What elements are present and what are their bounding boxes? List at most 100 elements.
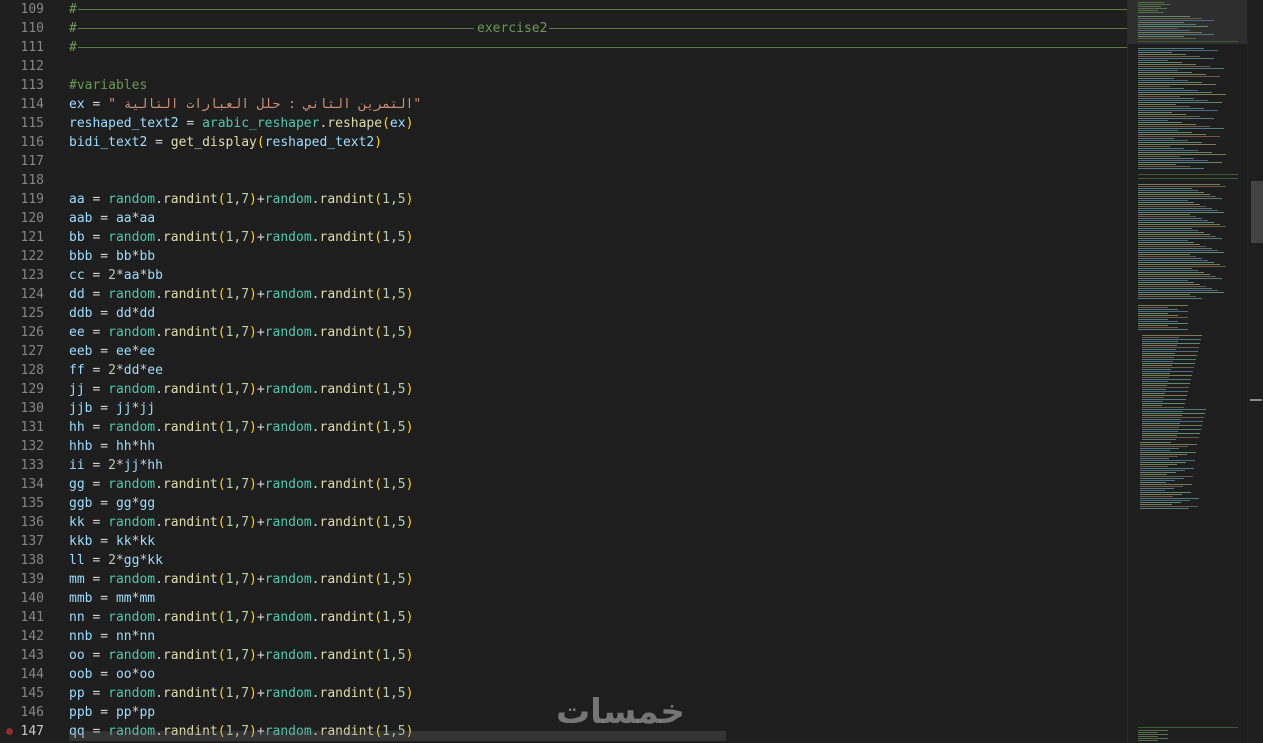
minimap-line [1138,204,1200,205]
code-token: ) [405,116,414,131]
code-token: . [311,648,320,663]
minimap-line [1138,24,1196,25]
code-token: oo [115,667,132,682]
code-line[interactable]: 115 reshaped_text2 = arabic_reshaper.resh… [0,114,1127,133]
code-line[interactable]: 122 bbb = bb*bb [0,247,1127,266]
minimap-line [1142,397,1164,398]
minimap-line [1138,108,1204,109]
code-line[interactable]: 133 ii = 2*jj*hh [0,456,1127,475]
code-line[interactable]: 119 aa = random.randint(1,7)+random.randi… [0,190,1127,209]
minimap-line [1142,427,1179,428]
line-number: 132 [20,439,44,454]
code-token: = [92,705,116,720]
code-line[interactable]: 134 gg = random.randint(1,7)+random.randi… [0,475,1127,494]
code-line[interactable]: 127 eeb = ee*ee [0,342,1127,361]
code-token: ( [374,477,383,492]
code-token: 1,5 [382,382,406,397]
minimap-line [1138,727,1238,728]
code-token: kkb [69,534,93,549]
code-token: = [84,420,109,435]
line-number: 145 [20,686,44,701]
code-line[interactable]: 117 [0,152,1127,171]
code-token: kk [147,553,163,568]
code-line[interactable]: 138 ll = 2*gg*kk [0,551,1127,570]
line-number: 134 [20,477,44,492]
code-line[interactable]: 129 jj = random.randint(1,7)+random.randi… [0,380,1127,399]
minimap-line [1140,448,1179,449]
code-line[interactable]: 135 ggb = gg*gg [0,494,1127,513]
minimap-line [1138,248,1212,249]
minimap-line [1138,190,1198,191]
code-line[interactable]: 128 ff = 2*dd*ee [0,361,1127,380]
code-token: = [84,325,109,340]
code-token: ( [374,325,383,340]
code-token: = [84,230,109,245]
minimap-line [1138,26,1208,27]
code-line[interactable]: 116 bidi_text2 = get_display(reshaped_tex… [0,133,1127,152]
code-line[interactable]: 109 # [0,0,1127,19]
code-token: jj [115,401,132,416]
code-line[interactable]: 120 aab = aa*aa [0,209,1127,228]
minimap-line [1142,409,1206,410]
code-token: . [311,382,320,397]
code-token: random [264,686,312,701]
code-line[interactable]: 142 nnb = nn*nn [0,627,1127,646]
horizontal-scrollbar[interactable] [69,731,726,741]
code-line[interactable]: 114 ex = " التمرين الثاني : حلل العبارات … [0,95,1127,114]
code-line[interactable]: 130 jjb = jj*jj [0,399,1127,418]
code-token: randint [319,515,375,530]
code-line[interactable]: 118 [0,171,1127,190]
code-line[interactable]: 125 ddb = dd*dd [0,304,1127,323]
code-token: randint [162,477,218,492]
code-token: ( [217,648,226,663]
line-code: gg = random.randint(1,7)+random.randint(… [69,475,413,494]
code-token: randint [319,420,375,435]
minimap-line [1142,405,1162,406]
minimap-line [1140,466,1168,467]
minimap-line [1142,429,1201,430]
code-line[interactable]: 111 # [0,38,1127,57]
minimap-line [1138,126,1210,127]
code-line[interactable]: 124 dd = random.randint(1,7)+random.randi… [0,285,1127,304]
minimap-line [1138,296,1196,297]
line-number: 119 [20,192,44,207]
code-token: * [115,553,124,568]
code-line[interactable]: 126 ee = random.randint(1,7)+random.randi… [0,323,1127,342]
code-token: * [115,268,124,283]
code-line[interactable]: 113 #variables [0,76,1127,95]
code-token: arabic_reshaper [202,116,320,131]
code-token: randint [162,420,218,435]
code-token: ( [217,230,226,245]
code-line[interactable]: 112 [0,57,1127,76]
code-token: bb [139,249,156,264]
code-line[interactable]: 140 mmb = mm*mm [0,589,1127,608]
code-line[interactable]: 136 kk = random.randint(1,7)+random.randi… [0,513,1127,532]
code-line[interactable]: 123 cc = 2*aa*bb [0,266,1127,285]
minimap-line [1138,52,1172,53]
minimap-line [1142,435,1177,436]
code-line[interactable]: 132 hhb = hh*hh [0,437,1127,456]
line-code: ee = random.randint(1,7)+random.randint(… [69,323,413,342]
code-line[interactable]: 131 hh = random.randint(1,7)+random.randi… [0,418,1127,437]
code-token: gg [69,477,85,492]
code-line[interactable]: 139 mm = random.randint(1,7)+random.randi… [0,570,1127,589]
code-line[interactable]: 121 bb = random.randint(1,7)+random.randi… [0,228,1127,247]
code-line[interactable]: 143 oo = random.randint(1,7)+random.randi… [0,646,1127,665]
code-line[interactable]: 110 # exercise2 [0,19,1127,38]
minimap-line [1142,355,1197,356]
code-line[interactable]: 137 kkb = kk*kk [0,532,1127,551]
minimap-line [1138,196,1216,197]
code-line[interactable]: 141 nn = random.randint(1,7)+random.randi… [0,608,1127,627]
minimap-line [1138,288,1212,289]
code-line[interactable]: 144 oob = oo*oo [0,665,1127,684]
scrollbar-thumb[interactable] [1251,181,1263,243]
minimap-line [1138,313,1168,314]
comment-rule [78,28,474,29]
code-editor[interactable]: 109 #110 # exercise2 111 #112 113 #variables 114… [0,0,1127,743]
minimap[interactable] [1127,0,1248,743]
minimap-line [1138,244,1200,245]
minimap-line [1138,738,1168,739]
minimap-line [1138,136,1220,137]
vertical-scrollbar[interactable] [1247,0,1263,743]
code-token: . [155,230,163,245]
